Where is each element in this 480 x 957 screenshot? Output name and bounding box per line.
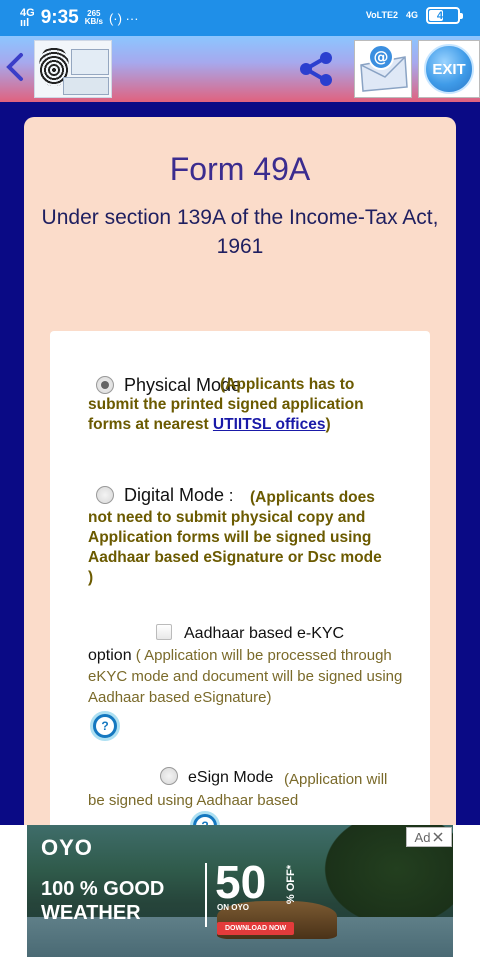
- ad-on-oyo: ON OYO: [217, 903, 250, 912]
- question-icon: ?: [96, 717, 114, 735]
- svg-text:@: @: [374, 48, 389, 66]
- clock: 9:35: [40, 7, 79, 28]
- page-title: Form 49A: [169, 151, 311, 187]
- status-bar: 4G ııl 9:35 265 KB/s (·) ··· VoLTE2 4G 44: [0, 0, 480, 36]
- volte-indicator: VoLTE2: [365, 10, 398, 20]
- email-button[interactable]: @: [354, 40, 412, 98]
- ad-brand-logo: OYO: [41, 835, 93, 860]
- share-button[interactable]: [298, 52, 334, 86]
- notification-icons: (·) ···: [108, 10, 139, 26]
- ad-discount-off: % OFF*: [285, 865, 297, 905]
- id-card-image: [63, 77, 109, 95]
- network-type: 4G: [20, 7, 35, 19]
- ad-headline: 100 % GOOD WEATHER: [41, 878, 165, 924]
- page-subtitle: Under section 139A of the Income-Tax Act…: [41, 206, 439, 258]
- battery-level: 44: [436, 9, 450, 22]
- mode-options-panel: Physical Mode : (Applicants has to submi…: [50, 331, 430, 837]
- exit-label: EXIT: [424, 44, 474, 94]
- ekyc-help-button[interactable]: ?: [90, 711, 120, 741]
- close-icon: [433, 832, 443, 842]
- ekyc-description: option ( Application will be processed t…: [88, 647, 403, 706]
- exit-button[interactable]: EXIT: [418, 40, 480, 98]
- share-icon: [300, 52, 332, 86]
- data-speed: 265 KB/s: [84, 9, 103, 26]
- ekyc-option: Aadhaar based e-KYC: [156, 623, 396, 644]
- network-indicator: 4G: [405, 10, 418, 20]
- ekyc-label: Aadhaar based e-KYC: [184, 625, 345, 642]
- back-button[interactable]: [4, 52, 32, 88]
- esign-description: (Application will be signed using Aadhaa…: [88, 771, 388, 809]
- utiitsl-offices-link[interactable]: UTIITSL offices: [213, 416, 326, 433]
- chevron-left-icon: [6, 53, 23, 81]
- ekyc-checkbox[interactable]: [156, 624, 172, 640]
- ad-banner[interactable]: OYO 100 % GOOD WEATHER 50 % OFF* ON OYO …: [0, 825, 480, 957]
- physical-mode-description: (Applicants has to submit the printed si…: [88, 376, 364, 433]
- ad-image[interactable]: OYO 100 % GOOD WEATHER 50 % OFF* ON OYO …: [27, 825, 453, 957]
- ad-download-button[interactable]: DOWNLOAD NOW: [217, 922, 295, 935]
- digital-mode-description: (Applicants does not need to submit phys…: [88, 489, 382, 586]
- app-bar: @ EXIT: [0, 36, 480, 102]
- ad-badge: Ad: [414, 829, 431, 845]
- signal-icon: 4G ııl: [20, 7, 35, 29]
- battery-icon: 44: [426, 7, 463, 24]
- email-icon: @: [360, 44, 408, 92]
- app-logo: [34, 40, 112, 98]
- ad-discount: 50: [215, 856, 267, 908]
- ad-close-button[interactable]: Ad: [406, 827, 452, 847]
- id-card-image: [71, 49, 109, 75]
